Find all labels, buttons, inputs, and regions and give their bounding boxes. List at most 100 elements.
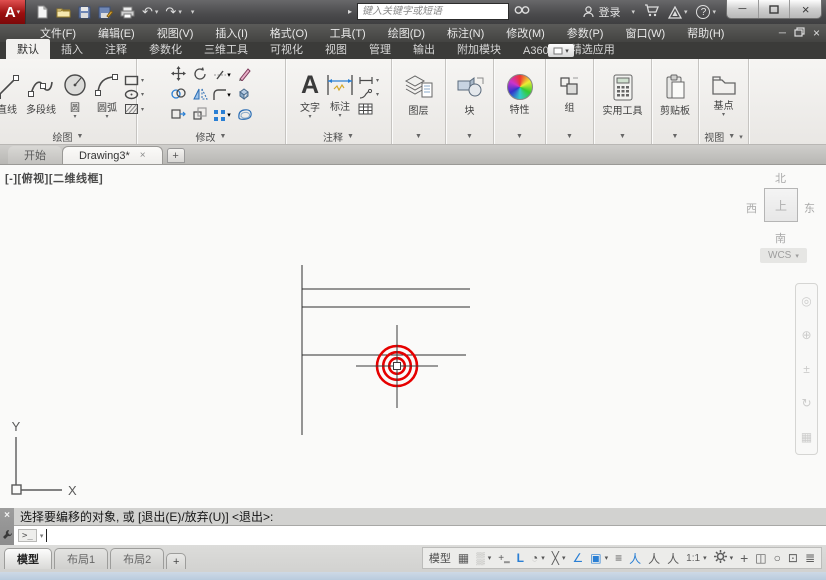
signin-button[interactable]: 登录 [583,4,620,20]
viewcube-north[interactable]: 北 [775,170,786,186]
clean-screen-toggle[interactable]: ⊡ [788,551,798,565]
new-drawing-tab-button[interactable]: + [167,148,185,163]
dimension-button[interactable]: 标注 ▾ [324,72,356,119]
scale-button[interactable] [193,107,207,123]
doc-close-button[interactable]: × [813,26,820,40]
group-panel-label[interactable]: ▼ [546,129,593,144]
model-space[interactable]: Y X [0,165,826,508]
viewcube-wcs-button[interactable]: WCS▾ [760,248,807,263]
ribbon-tab-manage[interactable]: 管理 [358,39,402,59]
qat-customize-button[interactable]: ▾ [189,8,195,16]
mirror-button[interactable] [193,87,208,103]
chevron-down-icon[interactable]: ▾ [308,115,311,119]
ribbon-minimize-button[interactable]: ▾ [548,44,574,57]
modify-panel-label[interactable]: 修改▼ [137,129,285,144]
array-button[interactable]: ▾ [213,109,231,122]
isolate-objects-toggle[interactable]: ◫ [755,551,766,565]
exchange-apps-button[interactable]: ▾ [668,6,688,19]
clipboard-panel-label[interactable]: ▼ [652,129,698,144]
app-store-cart-icon[interactable] [644,4,659,20]
draw-panel-label[interactable]: 绘图▼ [0,129,136,144]
copy-button[interactable] [171,87,186,103]
chevron-down-icon[interactable]: ▾ [338,114,341,118]
circle-button[interactable]: 圆 ▾ [60,71,90,120]
chevron-down-icon[interactable]: ▾ [730,554,734,562]
pan-icon[interactable]: ⊕ [801,329,811,341]
doc-minimize-button[interactable]: ─ [779,28,786,39]
doc-restore-button[interactable] [794,27,805,40]
chevron-down-icon[interactable]: ▾ [40,532,44,540]
view-panel-label[interactable]: 视图▼▾ [699,129,748,144]
ribbon-tab-visualize[interactable]: 可视化 [259,39,314,59]
drawing-canvas[interactable]: Y X [0,165,826,508]
search-input[interactable] [357,3,509,20]
command-input-line[interactable]: >_ ▾ [14,526,826,545]
arc-button[interactable]: 圆弧 ▾ [92,71,122,120]
isometric-drafting-toggle[interactable]: ╳ [552,551,559,565]
properties-button[interactable]: 特性 [505,73,535,117]
utilities-button[interactable]: 实用工具 [601,73,645,118]
ribbon-tab-view[interactable]: 视图 [314,39,358,59]
rotate-button[interactable] [193,67,207,84]
layers-panel-label[interactable]: ▼ [392,129,445,144]
zoom-extents-icon[interactable]: ± [803,363,810,375]
orbit-icon[interactable]: ↻ [801,397,811,409]
grid-display-toggle[interactable]: ▦ [458,551,469,565]
polar-tracking-toggle[interactable]: ◔ [531,551,538,565]
object-snap-toggle[interactable]: ▣ [590,551,601,565]
maximize-button[interactable] [759,0,791,18]
viewport-controls-label[interactable]: [-][俯视][二维线框] [5,170,103,186]
line-button[interactable]: 直线 [0,73,22,117]
clipboard-button[interactable]: 剪贴板 [658,73,692,118]
layout-tab-model[interactable]: 模型 [4,548,52,569]
utilities-panel-label[interactable]: ▼ [594,129,651,144]
viewcube-east[interactable]: 东 [804,200,815,216]
block-button[interactable]: 块 [453,72,487,118]
chevron-down-icon[interactable]: ▾ [105,115,108,119]
erase-button[interactable] [238,67,251,84]
ribbon-tab-insert[interactable]: 插入 [50,39,94,59]
chevron-down-icon[interactable]: ▾ [155,8,159,16]
annotation-monitor-plus[interactable]: + [740,550,748,566]
panel-expand-icon[interactable]: ▾ [739,133,743,141]
lineweight-toggle[interactable]: ≡ [615,551,622,565]
chevron-down-icon[interactable]: ▾ [541,554,545,562]
command-close-button[interactable]: × [4,510,10,521]
annotation-scale-icon[interactable]: 人 [667,550,679,567]
minimize-button[interactable]: ─ [727,0,759,18]
move-button[interactable] [171,66,186,84]
multileader-button[interactable]: ▾ [358,89,379,100]
text-button[interactable]: A 文字 ▾ [298,71,322,120]
chevron-down-icon[interactable]: ▾ [178,8,182,16]
ribbon-tab-home[interactable]: 默认 [6,39,50,59]
viewcube-south[interactable]: 南 [775,230,786,246]
block-panel-label[interactable]: ▼ [446,129,493,144]
ribbon-tab-parametric[interactable]: 参数化 [138,39,193,59]
save-as-button[interactable] [98,6,113,19]
app-menu-button[interactable]: A▾ [0,0,26,24]
stretch-button[interactable] [171,108,186,123]
chevron-down-icon[interactable]: ▾ [722,113,725,117]
annotation-autoscale-toggle[interactable]: 人 [648,550,660,567]
leader-button[interactable]: ▾ [358,75,379,86]
annotation-visibility-toggle[interactable]: 人 [629,550,641,567]
viewcube-west[interactable]: 西 [746,200,757,216]
layout-tab-layout1[interactable]: 布局1 [54,548,108,569]
redo-button[interactable]: ↷▾ [165,4,181,20]
base-point-button[interactable]: 基点 ▾ [709,73,739,118]
offset-button[interactable] [237,107,252,123]
annotate-panel-label[interactable]: 注释▼ [286,129,391,144]
save-button[interactable] [78,6,91,19]
ribbon-tab-3dtools[interactable]: 三维工具 [193,39,259,59]
properties-panel-label[interactable]: ▼ [494,129,545,144]
layers-button[interactable]: 图层 [402,72,436,118]
hardware-acceleration-toggle[interactable]: ○ [774,551,781,565]
layout-tab-layout2[interactable]: 布局2 [110,548,164,569]
menu-help[interactable]: 帮助(H) [677,23,734,43]
close-button[interactable]: × [790,0,821,18]
chevron-down-icon[interactable]: ▾ [605,554,609,562]
workspace-switching-gear[interactable] [714,550,727,566]
chevron-down-icon[interactable]: ▾ [703,554,707,562]
new-file-button[interactable] [36,5,49,19]
chevron-down-icon[interactable]: ▾ [562,554,566,562]
